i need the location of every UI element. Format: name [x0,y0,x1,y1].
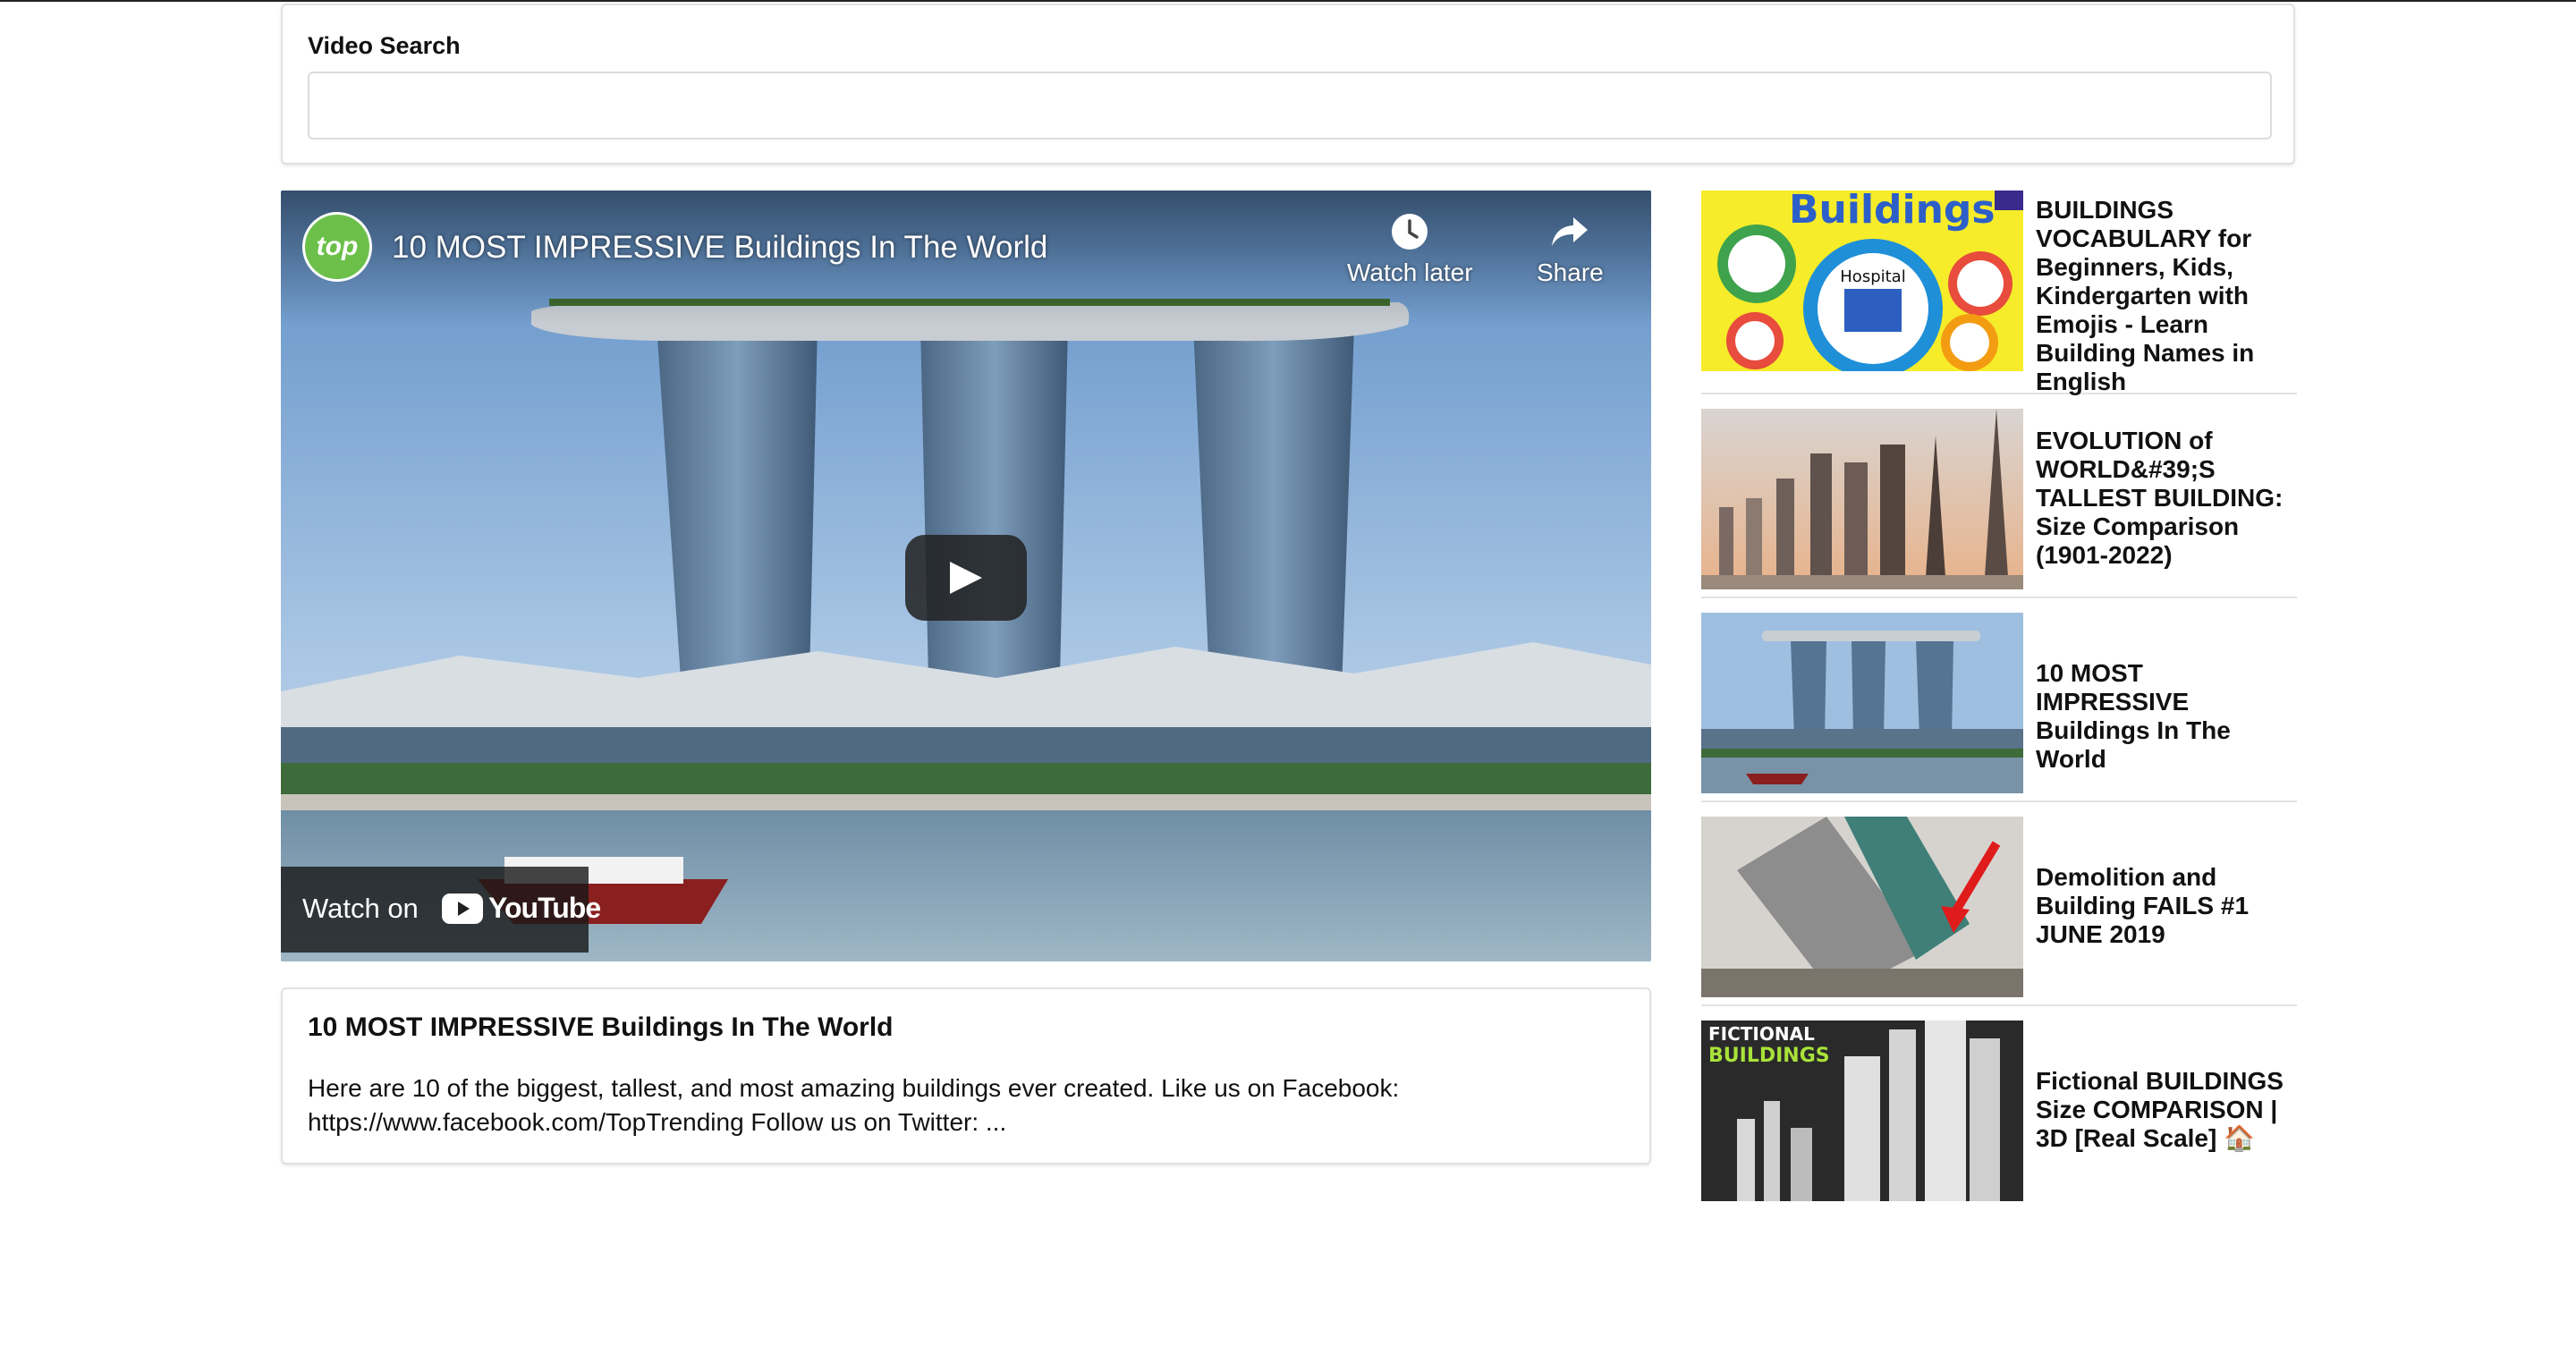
video-list-item[interactable]: Buildings Hospital BUILDINGS VOCABULARY … [1701,191,2297,396]
video-list-item-title[interactable]: BUILDINGS VOCABULARY for Beginners, Kids… [2036,196,2295,396]
thumbnail-subtext: BUILDINGS [1708,1045,1830,1067]
video-list-item-title[interactable]: Demolition and Building FAILS #1 JUNE 20… [2036,863,2295,949]
share-label: Share [1537,258,1604,286]
video-detail-description: Here are 10 of the biggest, tallest, and… [308,1074,1400,1136]
video-list-item-title[interactable]: Fictional BUILDINGS Size COMPARISON | 3D… [2036,1067,2295,1153]
buildings-vocabulary-thumbnail: Buildings Hospital [1701,191,2023,371]
video-list-item[interactable]: 10 MOST IMPRESSIVE Buildings In The Worl… [1701,598,2297,802]
video-thumbnail[interactable] [1701,817,2023,997]
marina-bay-thumbnail [1701,613,2023,793]
youtube-logo-icon [442,893,483,924]
search-label: Video Search [308,32,461,59]
video-list-item[interactable]: FICTIONAL BUILDINGS Fictional BUILDINGS … [1701,1006,2297,1210]
play-button[interactable] [905,535,1027,621]
video-thumbnail[interactable]: Buildings Hospital [1701,191,2023,371]
search-card: Video Search [281,4,2295,165]
watch-later-button[interactable]: Watch later [1347,210,1473,287]
video-thumbnail[interactable] [1701,409,2023,589]
demolition-thumbnail [1701,817,2023,997]
thumbnail-subtext: Hospital [1840,267,1905,286]
video-detail-title: 10 MOST IMPRESSIVE Buildings In The Worl… [308,1012,894,1042]
watch-later-label: Watch later [1347,258,1473,286]
video-list-item-title[interactable]: EVOLUTION of WORLD&#39;S TALLEST BUILDIN… [2036,427,2295,570]
thumbnail-text: Buildings [1789,191,1996,233]
youtube-label: YouTube [488,892,601,924]
video-detail-card: 10 MOST IMPRESSIVE Buildings In The Worl… [281,987,1651,1165]
video-list-item-title[interactable]: 10 MOST IMPRESSIVE Buildings In The Worl… [2036,659,2295,774]
search-input[interactable] [308,72,2272,140]
watch-on-youtube-button[interactable]: Watch on YouTube [281,867,601,953]
share-button[interactable]: Share [1537,210,1604,287]
video-list: Buildings Hospital BUILDINGS VOCABULARY … [1701,191,2297,1210]
video-list-item[interactable]: Demolition and Building FAILS #1 JUNE 20… [1701,802,2297,1006]
play-icon [950,562,982,594]
video-player[interactable]: top 10 MOST IMPRESSIVE Buildings In The … [281,191,1651,961]
watch-on-label: Watch on [302,893,419,924]
fictional-buildings-thumbnail: FICTIONAL BUILDINGS [1701,1021,2023,1201]
thumbnail-text: FICTIONAL [1708,1023,1815,1045]
video-thumbnail[interactable]: FICTIONAL BUILDINGS [1701,1021,2023,1201]
channel-logo[interactable]: top [302,212,372,282]
video-thumbnail[interactable] [1701,613,2023,793]
tallest-buildings-thumbnail [1701,409,2023,589]
video-list-item[interactable]: EVOLUTION of WORLD&#39;S TALLEST BUILDIN… [1701,394,2297,598]
share-arrow-icon [1552,217,1589,246]
player-title[interactable]: 10 MOST IMPRESSIVE Buildings In The Worl… [392,230,1047,266]
clock-icon [1392,214,1428,250]
